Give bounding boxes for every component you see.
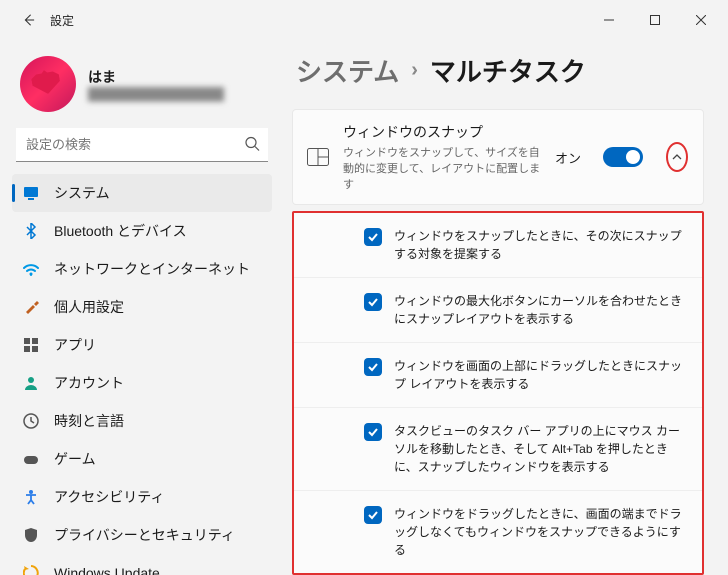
bluetooth-icon [22,222,40,240]
snap-option-1[interactable]: ウィンドウの最大化ボタンにカーソルを合わせたときにスナップレイアウトを表示する [294,277,702,342]
window-controls [586,4,724,36]
snap-description: ウィンドウをスナップして、サイズを自動的に変更して、レイアウトに配置します [343,144,541,192]
option-label: ウィンドウの最大化ボタンにカーソルを合わせたときにスナップレイアウトを表示する [394,292,684,328]
sidebar: はま ████████████████ システム Bluetooth とデバイスネ… [0,40,280,575]
snap-windows-card: ウィンドウのスナップ ウィンドウをスナップして、サイズを自動的に変更して、レイア… [292,109,704,205]
checkbox[interactable] [364,228,382,246]
toggle-state-label: オン [555,148,581,167]
minimize-button[interactable] [586,4,632,36]
checkbox[interactable] [364,506,382,524]
time-icon [22,412,40,430]
sidebar-item-0[interactable]: システム [12,174,272,212]
main-content: システム › マルチタスク ウィンドウのスナップ ウィンドウをスナップして、サイ… [280,40,728,575]
option-label: ウィンドウをドラッグしたときに、画面の端までドラッグしなくてもウィンドウをスナッ… [394,505,684,559]
window-title: 設定 [50,12,74,29]
option-label: タスクビューのタスク バー アプリの上にマウス カーソルを移動したとき、そして … [394,422,684,476]
sidebar-item-9[interactable]: プライバシーとセキュリティ [12,516,272,554]
sidebar-item-label: Bluetooth とデバイス [54,221,187,241]
option-label: ウィンドウを画面の上部にドラッグしたときにスナップ レイアウトを表示する [394,357,684,393]
game-icon [22,450,40,468]
back-button[interactable] [16,8,40,32]
snap-option-4[interactable]: ウィンドウをドラッグしたときに、画面の端までドラッグしなくてもウィンドウをスナッ… [294,490,702,573]
snap-layout-icon [307,146,329,168]
chevron-right-icon: › [411,59,418,82]
access-icon [22,488,40,506]
titlebar: 設定 [0,0,728,40]
expand-button[interactable] [665,145,689,169]
option-label: ウィンドウをスナップしたときに、その次にスナップする対象を提案する [394,227,684,263]
sidebar-item-4[interactable]: アプリ [12,326,272,364]
avatar [20,56,76,112]
snap-option-2[interactable]: ウィンドウを画面の上部にドラッグしたときにスナップ レイアウトを表示する [294,342,702,407]
sidebar-item-5[interactable]: アカウント [12,364,272,402]
sidebar-item-label: 時刻と言語 [54,411,124,431]
sidebar-item-1[interactable]: Bluetooth とデバイス [12,212,272,250]
account-icon [22,374,40,392]
wifi-icon [22,260,40,278]
sidebar-item-8[interactable]: アクセシビリティ [12,478,272,516]
sidebar-item-label: アカウント [54,373,124,393]
checkbox[interactable] [364,358,382,376]
profile-section[interactable]: はま ████████████████ [12,48,272,128]
sidebar-item-label: アプリ [54,335,96,355]
checkbox[interactable] [364,293,382,311]
sidebar-item-7[interactable]: ゲーム [12,440,272,478]
snap-toggle[interactable] [603,147,643,167]
search-input[interactable] [16,128,268,162]
close-button[interactable] [678,4,724,36]
sidebar-item-label: ネットワークとインターネット [54,259,250,279]
display-icon [22,184,40,202]
snap-windows-header[interactable]: ウィンドウのスナップ ウィンドウをスナップして、サイズを自動的に変更して、レイア… [293,110,703,204]
sidebar-item-label: 個人用設定 [54,297,124,317]
profile-email: ████████████████ [88,87,224,101]
sidebar-item-label: プライバシーとセキュリティ [54,525,235,545]
sidebar-item-label: Windows Update [54,565,160,575]
sidebar-item-2[interactable]: ネットワークとインターネット [12,250,272,288]
sidebar-item-3[interactable]: 個人用設定 [12,288,272,326]
profile-name: はま [88,67,224,87]
sidebar-item-6[interactable]: 時刻と言語 [12,402,272,440]
sidebar-item-label: システム [54,183,110,203]
snap-title: ウィンドウのスナップ [343,122,541,142]
snap-option-3[interactable]: タスクビューのタスク バー アプリの上にマウス カーソルを移動したとき、そして … [294,407,702,490]
update-icon [22,564,40,575]
privacy-icon [22,526,40,544]
sidebar-item-label: アクセシビリティ [54,487,164,507]
brush-icon [22,298,40,316]
search-icon [244,136,260,155]
highlight-ring [666,142,688,172]
snap-option-0[interactable]: ウィンドウをスナップしたときに、その次にスナップする対象を提案する [294,213,702,277]
breadcrumb: システム › マルチタスク [292,52,704,89]
breadcrumb-parent[interactable]: システム [296,52,399,89]
search-box [16,128,268,162]
snap-options-panel: ウィンドウをスナップしたときに、その次にスナップする対象を提案するウィンドウの最… [292,211,704,575]
breadcrumb-current: マルチタスク [430,52,586,89]
checkbox[interactable] [364,423,382,441]
sidebar-item-10[interactable]: Windows Update [12,554,272,575]
apps-icon [22,336,40,354]
sidebar-item-label: ゲーム [54,449,96,469]
maximize-button[interactable] [632,4,678,36]
